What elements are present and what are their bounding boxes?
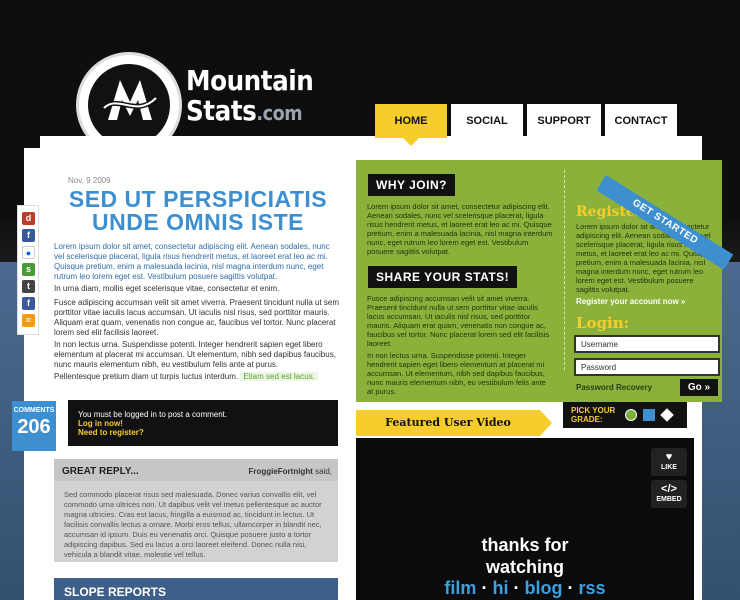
article-paragraph-5: Pellentesque pretium diam ut turpis luct… <box>54 372 342 382</box>
slope-reports-header[interactable]: SLOPE REPORTS <box>54 578 338 600</box>
nav-social[interactable]: SOCIAL <box>451 104 523 138</box>
nav-support-label: SUPPORT <box>537 115 591 127</box>
brand-suffix: .com <box>256 101 303 125</box>
heart-icon: ♥ <box>665 451 673 463</box>
join-panel: WHY JOIN? Lorem ipsum dolor sit amet, co… <box>356 160 722 402</box>
comment-author-name[interactable]: FroggieFortnight <box>248 467 312 476</box>
share-stats-text-2: In non lectus urna. Suspendisse potenti.… <box>367 351 546 396</box>
join-divider <box>564 170 565 370</box>
video-link-blog[interactable]: blog <box>525 578 563 598</box>
grade-picker: PICK YOUR GRADE: <box>563 402 687 428</box>
nav-contact[interactable]: CONTACT <box>605 104 677 138</box>
register-link[interactable]: Need to register? <box>78 428 328 437</box>
why-join-title: WHY JOIN? <box>368 174 455 196</box>
article-title-line-2: UNDE OMNIS ISTE <box>92 209 304 235</box>
comment-title: GREAT REPLY... <box>62 466 139 477</box>
nav-home-label: HOME <box>394 115 428 127</box>
nav-contact-label: CONTACT <box>614 115 668 127</box>
video-link-hi[interactable]: hi <box>492 578 508 598</box>
brand-name[interactable]: Mountain Stats.com <box>186 64 314 128</box>
featured-video-tab[interactable]: Featured User Video <box>356 410 552 436</box>
nav-support[interactable]: SUPPORT <box>527 104 601 138</box>
stumbleupon-icon[interactable]: s <box>22 263 35 276</box>
grade-green-circle-icon[interactable] <box>625 409 637 421</box>
login-now-link[interactable]: Log in now! <box>78 419 328 428</box>
thanks-line-1: thanks for <box>481 535 569 555</box>
share-stats-title: SHARE YOUR STATS! <box>368 266 518 288</box>
video-links: film · hi · blog · rss <box>420 578 630 599</box>
article-paragraph-3: Fusce adipiscing accumsan velit sit amet… <box>54 298 340 337</box>
slope-reports-title: SLOPE REPORTS <box>64 585 167 599</box>
why-join-text: Lorem ipsum dolor sit amet, consectetur … <box>367 202 553 256</box>
facebook-icon[interactable]: f <box>22 229 35 242</box>
brand-line-1: Mountain <box>186 64 314 97</box>
nav-home[interactable]: HOME <box>375 104 447 146</box>
comment-said: said, <box>312 467 332 476</box>
video-link-separator-3: · <box>567 578 574 598</box>
video-end-message: thanks for watching <box>420 534 630 578</box>
article-title-line-1: SED UT PERSPICIATIS <box>68 186 328 212</box>
video-link-separator-1: · <box>481 578 488 598</box>
video-link-film[interactable]: film <box>444 578 476 598</box>
password-recovery-link[interactable]: Password Recovery <box>576 383 652 392</box>
article-paragraph-1: Lorem ipsum dolor sit amet, consectetur … <box>54 242 330 281</box>
username-field[interactable]: Username <box>574 335 720 353</box>
facebook-icon-2[interactable]: f <box>22 297 35 310</box>
video-link-separator-2: · <box>513 578 520 598</box>
password-field[interactable]: Password <box>574 358 720 376</box>
code-icon: </> <box>661 483 677 495</box>
login-go-button[interactable]: Go » <box>680 379 718 396</box>
comment-login-box: You must be logged in to post a comment.… <box>68 400 338 446</box>
nav-social-label: SOCIAL <box>466 115 508 127</box>
grade-label-line-1: PICK YOUR <box>571 406 616 415</box>
login-title: Login: <box>576 314 630 332</box>
grade-label-line-2: GRADE: <box>571 415 603 424</box>
comment-author: FroggieFortnight said, <box>248 467 332 476</box>
mountain-m-icon <box>102 80 158 120</box>
grade-black-diamond-icon[interactable] <box>660 408 674 422</box>
embed-button[interactable]: </> EMBED <box>651 480 687 508</box>
thanks-line-2: watching <box>485 557 564 577</box>
comments-count-badge[interactable]: COMMENTS 206 <box>12 401 56 451</box>
embed-label: EMBED <box>656 496 682 503</box>
social-share-bar: d f ● s t f ≈ <box>17 205 39 335</box>
grade-label: PICK YOUR GRADE: <box>571 406 615 424</box>
grade-blue-square-icon[interactable] <box>643 409 655 421</box>
comments-label: COMMENTS <box>13 407 55 414</box>
video-link-rss[interactable]: rss <box>579 578 606 598</box>
article-paragraph-5-text: Pellentesque pretium diam ut turpis luct… <box>54 372 239 381</box>
logo-emblem <box>88 64 170 146</box>
digg-icon[interactable]: d <box>22 212 35 225</box>
article-paragraph-2: In urna diam, mollis eget scelerisque vi… <box>54 284 280 293</box>
article-title[interactable]: SED UT PERSPICIATIS UNDE OMNIS ISTE <box>56 188 340 234</box>
share-stats-text: Fusce adipiscing accumsan velit sit amet… <box>367 294 550 348</box>
post-date: Nov. 9 2009 <box>68 176 111 185</box>
rss-icon[interactable]: ≈ <box>22 314 35 327</box>
technorati-icon[interactable]: t <box>22 280 35 293</box>
like-button[interactable]: ♥ LIKE <box>651 448 687 476</box>
read-more-link[interactable]: Etiam sed est lacus. <box>240 372 318 381</box>
brand-line-2: Stats <box>186 94 257 127</box>
flickr-icon[interactable]: ● <box>22 246 35 259</box>
comment-item: GREAT REPLY... FroggieFortnight said, Se… <box>54 459 338 562</box>
like-label: LIKE <box>661 464 677 471</box>
login-required-text: You must be logged in to post a comment. <box>78 410 228 419</box>
comments-count: 206 <box>17 416 51 438</box>
comment-body: Sed commodo placerat risus sed malesuada… <box>64 490 322 559</box>
register-account-link[interactable]: Register your account now » <box>576 297 685 306</box>
article-paragraph-4: In non lectus urna. Suspendisse potenti.… <box>54 340 336 369</box>
